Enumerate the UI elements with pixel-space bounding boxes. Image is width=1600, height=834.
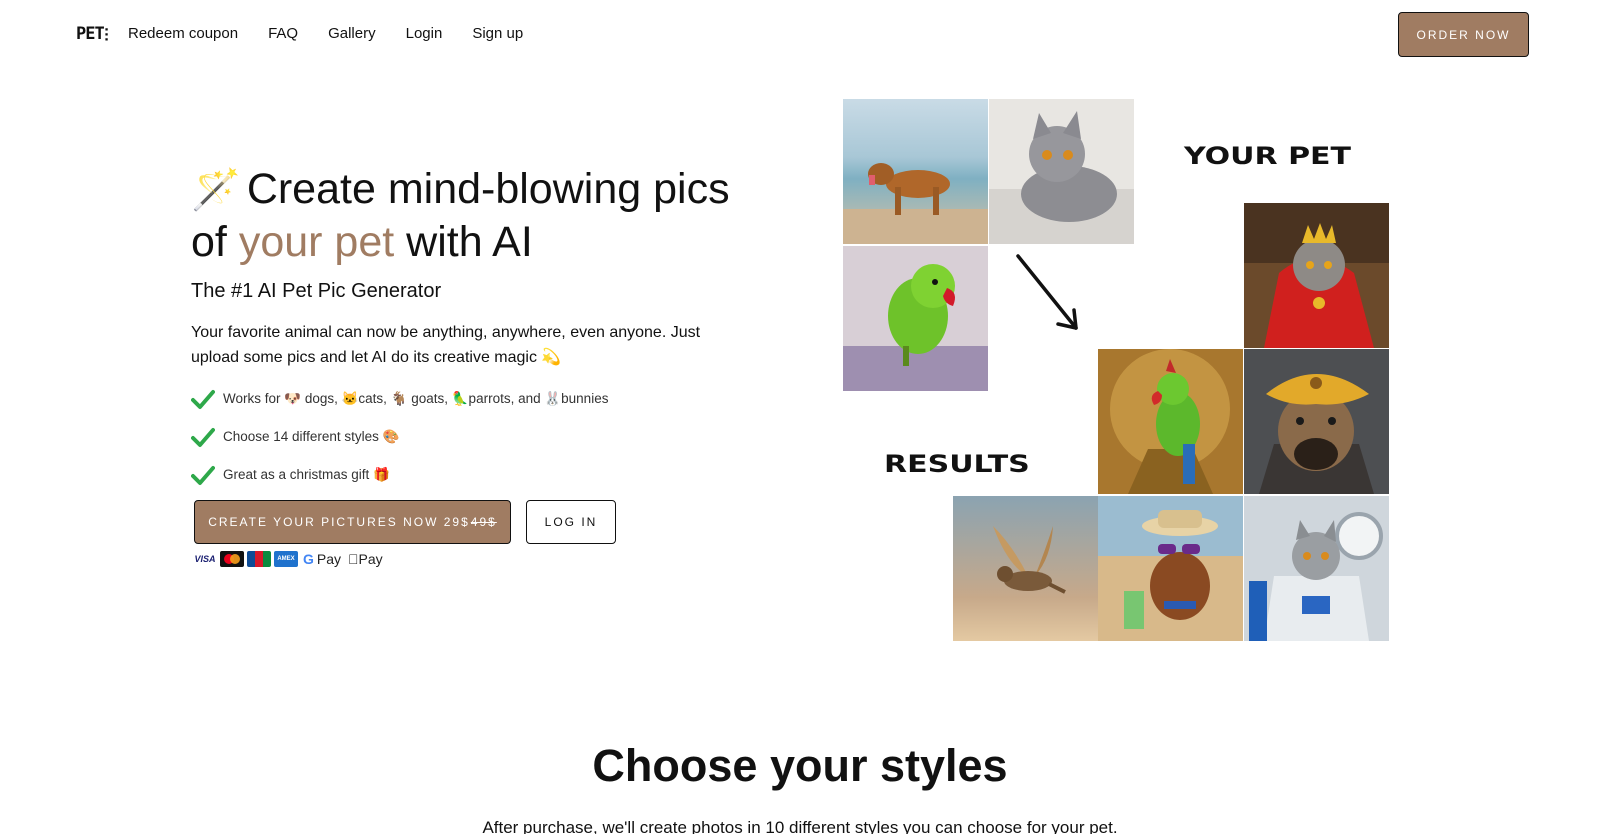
hero-title-highlight: your pet xyxy=(238,218,395,266)
nav-link-sign-up[interactable]: Sign up xyxy=(472,25,523,42)
apple-pay-icon: Pay xyxy=(348,551,383,567)
logo[interactable]: PET ▪ ▪ ▪ xyxy=(76,24,108,44)
visa-icon: VISA xyxy=(193,551,217,567)
log-in-button[interactable]: LOG IN xyxy=(526,500,616,544)
nav-link-faq[interactable]: FAQ xyxy=(268,25,298,42)
feature-item: Works for 🐶 dogs, 🐱cats, 🐐 goats, 🦜parro… xyxy=(191,380,608,418)
cta-old-price: 49$ xyxy=(470,515,497,529)
magic-wand-icon: 🪄 xyxy=(191,168,241,212)
styles-section-subtitle: After purchase, we'll create photos in 1… xyxy=(482,818,1118,834)
top-navigation: PET ▪ ▪ ▪ Redeem coupon FAQ Gallery Login … xyxy=(0,0,1600,70)
result-flying-dog xyxy=(953,496,1098,641)
nav-link-redeem-coupon[interactable]: Redeem coupon xyxy=(128,25,238,42)
result-dog-sunglasses-beach xyxy=(1098,496,1243,641)
styles-section-title: Choose your styles xyxy=(592,740,1008,791)
google-pay-icon: G Pay xyxy=(303,551,342,567)
arrow-icon xyxy=(1016,254,1078,330)
checkmark-icon xyxy=(191,390,215,409)
payment-methods: VISA AMEX GPay Pay xyxy=(193,551,383,567)
feature-text: Works for 🐶 dogs, 🐱cats, 🐐 goats, 🦜parro… xyxy=(223,391,609,406)
input-photo-parrot xyxy=(843,246,988,391)
input-photo-cat xyxy=(989,99,1134,244)
your-pet-label: YOUR PET xyxy=(1184,142,1352,170)
hero-subtitle: The #1 AI Pet Pic Generator xyxy=(191,280,442,302)
feature-item: Choose 14 different styles 🎨 xyxy=(191,418,608,456)
cta-label: CREATE YOUR PICTURES NOW 29$ xyxy=(208,515,470,529)
create-pictures-button[interactable]: CREATE YOUR PICTURES NOW 29$ 49$ xyxy=(194,500,511,544)
result-king-cat xyxy=(1244,203,1389,348)
feature-text: Great as a christmas gift 🎁 xyxy=(223,467,390,482)
checkmark-icon xyxy=(191,428,215,447)
hero-description: Your favorite animal can now be anything… xyxy=(191,324,701,366)
jcb-icon xyxy=(247,551,271,567)
amex-icon: AMEX xyxy=(274,551,298,567)
mastercard-icon xyxy=(220,551,244,567)
result-golden-parrot xyxy=(1098,349,1243,494)
result-dog-beret xyxy=(1244,349,1389,494)
input-photo-dog-beach xyxy=(843,99,988,244)
results-label: RESULTS xyxy=(884,450,1030,478)
hero-title-suffix: with AI xyxy=(394,218,533,266)
feature-list: Works for 🐶 dogs, 🐱cats, 🐐 goats, 🦜parro… xyxy=(191,380,608,494)
feature-item: Great as a christmas gift 🎁 xyxy=(191,456,608,494)
order-now-button[interactable]: ORDER NOW xyxy=(1398,12,1529,57)
hero-title-line1: Create mind-blowing pics xyxy=(246,165,730,213)
hero-title-prefix: of xyxy=(191,218,239,266)
logo-subtext: ▪ ▪ ▪ xyxy=(104,26,109,43)
result-cat-astronaut xyxy=(1244,496,1389,641)
hero-title: 🪄 Create mind-blowing pics of your pet wi… xyxy=(191,163,751,268)
checkmark-icon xyxy=(191,466,215,485)
logo-text: PET xyxy=(76,24,105,44)
feature-text: Choose 14 different styles 🎨 xyxy=(223,429,400,444)
nav-link-login[interactable]: Login xyxy=(406,25,443,42)
nav-link-gallery[interactable]: Gallery xyxy=(328,25,376,42)
nav-links: Redeem coupon FAQ Gallery Login Sign up xyxy=(128,25,523,42)
